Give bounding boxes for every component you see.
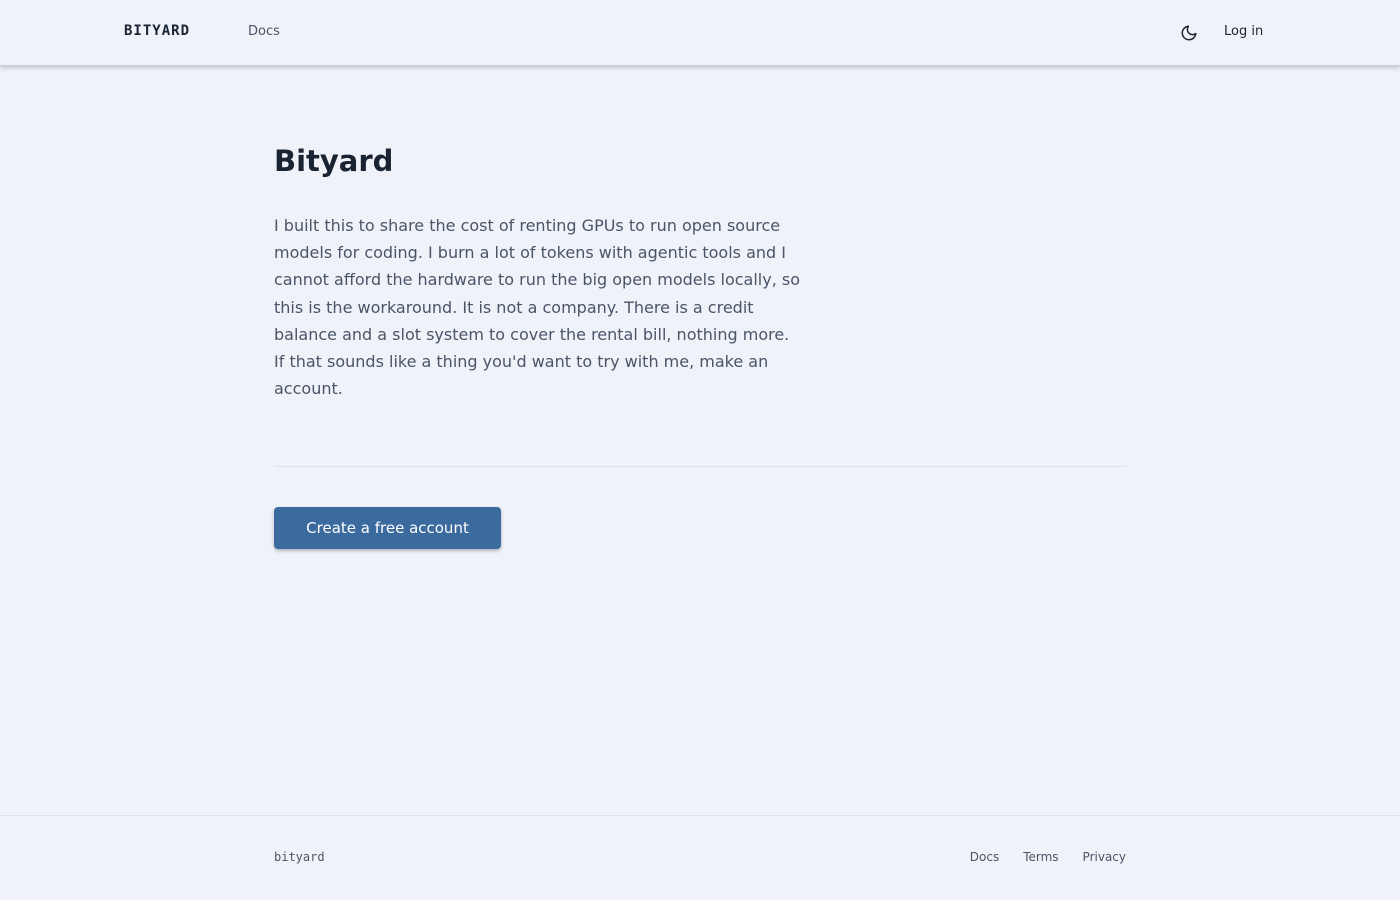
page-title: Bityard <box>274 144 394 178</box>
footer-link-docs[interactable]: Docs <box>970 850 999 864</box>
login-link[interactable]: Log in <box>1224 24 1263 39</box>
footer: bityard Docs Terms Privacy <box>0 815 1400 900</box>
footer-link-terms[interactable]: Terms <box>1023 850 1058 864</box>
section-divider <box>274 466 1126 467</box>
nav-link-docs[interactable]: Docs <box>248 24 280 39</box>
moon-icon <box>1181 25 1197 41</box>
footer-brand: bityard <box>274 850 325 864</box>
top-navbar: BITYARD Docs Log in <box>0 0 1400 66</box>
intro-paragraph: I built this to share the cost of rentin… <box>274 216 801 399</box>
create-account-button[interactable]: Create a free account <box>274 507 501 549</box>
footer-links: Docs Terms Privacy <box>970 850 1126 864</box>
footer-link-privacy[interactable]: Privacy <box>1083 850 1126 864</box>
theme-toggle-button[interactable] <box>1178 22 1200 44</box>
brand-logo[interactable]: BITYARD <box>124 23 190 39</box>
